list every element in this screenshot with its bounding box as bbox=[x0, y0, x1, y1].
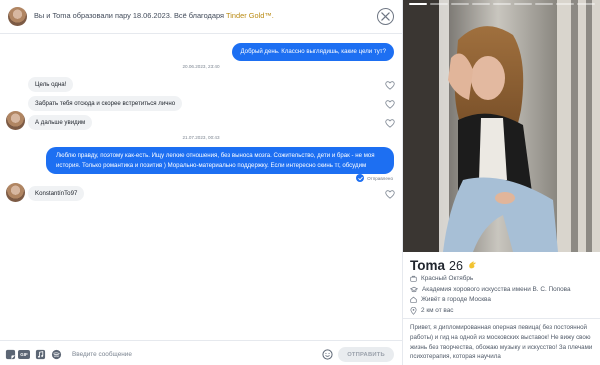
photo-pager[interactable] bbox=[514, 3, 532, 5]
photo-pager-active[interactable] bbox=[409, 3, 427, 5]
profile-place: Красный Октябрь bbox=[421, 275, 474, 282]
photo-pager[interactable] bbox=[535, 3, 553, 5]
profile-info-distance: 2 км от вас bbox=[410, 306, 454, 315]
photo-pager[interactable] bbox=[430, 3, 448, 5]
spotify-icon bbox=[51, 349, 61, 359]
sticker-button[interactable] bbox=[4, 348, 16, 360]
trademark-suffix: ™. bbox=[264, 11, 274, 20]
profile-age: 26 bbox=[449, 259, 463, 273]
profile-info-city: Живёт в городе Москва bbox=[410, 296, 491, 303]
emoji-button[interactable] bbox=[321, 348, 333, 360]
photo-pager[interactable] bbox=[451, 3, 469, 5]
profile-city: Живёт в городе Москва bbox=[421, 296, 491, 303]
music-icon bbox=[35, 349, 45, 359]
profile-school: Академия хорового искусства имени В. С. … bbox=[422, 285, 571, 293]
wave-emoji-icon bbox=[469, 261, 476, 269]
message-composer: GIF ОТПРАВИТЬ bbox=[0, 340, 402, 365]
message-incoming: Забрать тебя отсюда и скорее встретиться… bbox=[28, 96, 183, 111]
match-avatar-small[interactable] bbox=[6, 183, 25, 202]
profile-photo[interactable] bbox=[403, 0, 600, 252]
profile-bio: Привет, я дипломированная оперная певица… bbox=[410, 324, 593, 361]
message-input[interactable] bbox=[72, 347, 312, 361]
music-button[interactable] bbox=[34, 348, 46, 360]
message-incoming: А дальше увидим bbox=[28, 115, 93, 130]
like-heart-icon[interactable] bbox=[385, 190, 395, 199]
photo-pager[interactable] bbox=[577, 3, 595, 5]
photo-pager[interactable] bbox=[556, 3, 574, 5]
check-icon bbox=[356, 174, 365, 182]
profile-panel: Toma 26 Красный Октябрь Академия хоровог… bbox=[402, 0, 600, 365]
profile-info-place: Красный Октябрь bbox=[410, 275, 473, 282]
home-icon bbox=[410, 296, 417, 303]
like-heart-icon[interactable] bbox=[385, 100, 395, 109]
match-info-text: Вы и Toma образовали пару 18.06.2023. Вс… bbox=[34, 11, 274, 20]
close-icon bbox=[381, 12, 390, 21]
like-heart-icon[interactable] bbox=[385, 119, 395, 128]
gif-label: GIF bbox=[20, 352, 28, 357]
match-name[interactable]: Toma bbox=[52, 11, 70, 20]
sent-status: Отправлено bbox=[356, 174, 393, 182]
chat-header: Вы и Toma образовали пару 18.06.2023. Вс… bbox=[0, 0, 402, 34]
photo-pager[interactable] bbox=[472, 3, 490, 5]
match-avatar-small[interactable] bbox=[6, 111, 25, 130]
sticker-icon bbox=[5, 349, 15, 359]
graduation-cap-icon bbox=[410, 286, 418, 292]
message-timestamp: 20.06.2023, 23:40 bbox=[182, 64, 220, 69]
profile-name: Toma bbox=[410, 258, 446, 273]
send-button[interactable]: ОТПРАВИТЬ bbox=[338, 347, 394, 362]
profile-distance: 2 км от вас bbox=[421, 307, 454, 314]
message-incoming: KonstantínTo97 bbox=[28, 186, 85, 201]
match-info-middle: образовали пару 18.06.2023. Всё благодар… bbox=[70, 11, 227, 20]
message-incoming: Цель одна! bbox=[28, 77, 74, 92]
profile-photo-image bbox=[403, 0, 600, 252]
location-pin-icon bbox=[410, 306, 417, 315]
match-info-prefix: Вы и bbox=[34, 11, 53, 20]
photo-pager[interactable] bbox=[493, 3, 511, 5]
chat-panel: Вы и Toma образовали пару 18.06.2023. Вс… bbox=[0, 0, 402, 365]
message-outgoing: Добрый день. Классно выглядишь, какие це… bbox=[232, 43, 394, 61]
match-avatar[interactable] bbox=[8, 7, 27, 26]
message-timestamp: 21.07.2023, 00:43 bbox=[182, 135, 220, 140]
spotify-button[interactable] bbox=[50, 348, 62, 360]
profile-info-school: Академия хорового искусства имени В. С. … bbox=[410, 286, 571, 293]
gif-button[interactable]: GIF bbox=[18, 350, 30, 359]
tinder-gold-link[interactable]: Tinder Gold bbox=[226, 11, 264, 20]
sent-status-label: Отправлено bbox=[367, 175, 393, 181]
message-outgoing: Люблю правду, поэтому как-есть. Ищу легк… bbox=[46, 147, 394, 175]
message-list[interactable]: Добрый день. Классно выглядишь, какие це… bbox=[0, 35, 402, 335]
briefcase-icon bbox=[410, 275, 417, 282]
close-button[interactable] bbox=[377, 8, 394, 25]
divider bbox=[403, 318, 600, 319]
profile-name-row: Toma 26 bbox=[410, 258, 477, 273]
like-heart-icon[interactable] bbox=[385, 81, 395, 90]
emoji-icon bbox=[321, 348, 333, 360]
